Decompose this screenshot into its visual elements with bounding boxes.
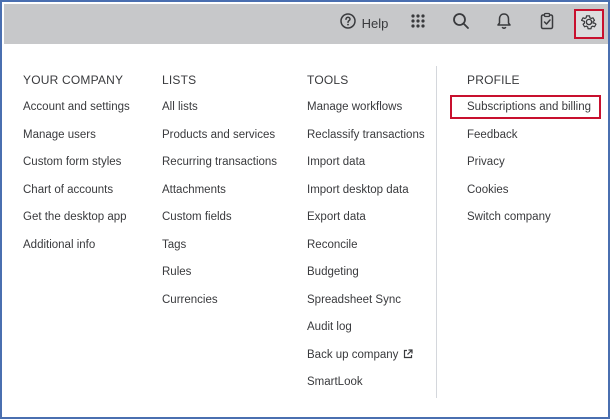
menu-item-rules[interactable]: Rules <box>162 266 277 294</box>
menu-item-import-data[interactable]: Import data <box>307 156 425 184</box>
column-tools: TOOLS Manage workflows Reclassify transa… <box>307 73 425 404</box>
menu-item-currencies[interactable]: Currencies <box>162 294 277 322</box>
menu-item-custom-form-styles[interactable]: Custom form styles <box>23 156 130 184</box>
menu-item-spreadsheet-sync[interactable]: Spreadsheet Sync <box>307 294 425 322</box>
column-heading: LISTS <box>162 73 197 87</box>
bell-icon <box>496 12 512 35</box>
apps-grid-icon <box>411 13 425 33</box>
column-heading: TOOLS <box>307 73 349 87</box>
menu-item-all-lists[interactable]: All lists <box>162 101 277 129</box>
menu-item-import-desktop-data[interactable]: Import desktop data <box>307 184 425 212</box>
tasks-button[interactable] <box>533 8 561 38</box>
menu-item-chart-of-accounts[interactable]: Chart of accounts <box>23 184 130 212</box>
search-icon <box>452 12 470 35</box>
menu-item-label: Back up company <box>307 348 399 361</box>
menu-item-feedback[interactable]: Feedback <box>467 129 601 157</box>
menu-item-manage-workflows[interactable]: Manage workflows <box>307 101 425 129</box>
external-link-icon <box>403 348 414 359</box>
column-your-company: YOUR COMPANY Account and settings Manage… <box>23 73 130 266</box>
menu-item-cookies[interactable]: Cookies <box>467 184 601 212</box>
menu-item-custom-fields[interactable]: Custom fields <box>162 211 277 239</box>
settings-button[interactable] <box>574 9 604 39</box>
window-frame: Help YOUR COMPANY Account and settings M… <box>0 0 610 419</box>
menu-item-products-and-services[interactable]: Products and services <box>162 129 277 157</box>
clipboard-icon <box>540 12 554 35</box>
menu-item-switch-company[interactable]: Switch company <box>467 211 601 239</box>
menu-item-export-data[interactable]: Export data <box>307 211 425 239</box>
column-heading: PROFILE <box>467 73 520 87</box>
search-button[interactable] <box>447 8 475 38</box>
column-divider <box>436 66 437 398</box>
top-bar: Help <box>4 4 608 44</box>
menu-item-reclassify-transactions[interactable]: Reclassify transactions <box>307 129 425 157</box>
menu-item-tags[interactable]: Tags <box>162 239 277 267</box>
settings-menu-panel: YOUR COMPANY Account and settings Manage… <box>4 44 608 417</box>
menu-item-reconcile[interactable]: Reconcile <box>307 239 425 267</box>
menu-item-smartlook[interactable]: SmartLook <box>307 376 425 404</box>
column-profile: PROFILE Subscriptions and billing Feedba… <box>450 73 601 239</box>
menu-item-additional-info[interactable]: Additional info <box>23 239 130 267</box>
column-heading: YOUR COMPANY <box>23 73 124 87</box>
menu-item-audit-log[interactable]: Audit log <box>307 321 425 349</box>
menu-item-recurring-transactions[interactable]: Recurring transactions <box>162 156 277 184</box>
menu-item-get-desktop-app[interactable]: Get the desktop app <box>23 211 130 239</box>
menu-item-account-and-settings[interactable]: Account and settings <box>23 101 130 129</box>
column-lists: LISTS All lists Products and services Re… <box>162 73 277 321</box>
apps-button[interactable] <box>404 8 432 38</box>
help-label: Help <box>361 15 389 31</box>
menu-item-attachments[interactable]: Attachments <box>162 184 277 212</box>
notifications-button[interactable] <box>490 8 518 38</box>
menu-item-manage-users[interactable]: Manage users <box>23 129 130 157</box>
menu-item-subscriptions-and-billing[interactable]: Subscriptions and billing <box>450 95 601 119</box>
gear-icon <box>580 13 598 36</box>
menu-item-back-up-company[interactable]: Back up company <box>307 349 425 377</box>
help-button[interactable]: Help <box>334 8 394 38</box>
menu-item-budgeting[interactable]: Budgeting <box>307 266 425 294</box>
menu-item-privacy[interactable]: Privacy <box>467 156 601 184</box>
help-icon <box>339 12 356 34</box>
